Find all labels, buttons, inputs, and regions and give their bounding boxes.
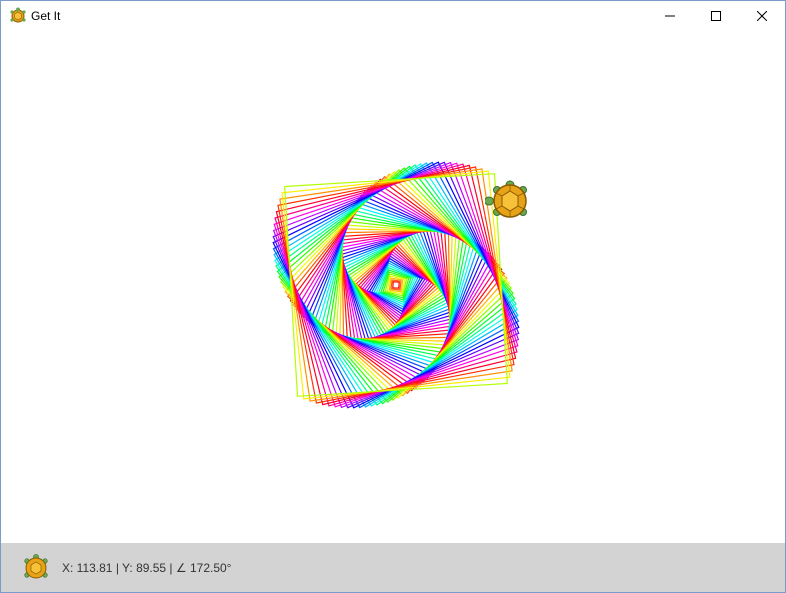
- turtle-icon: [10, 7, 26, 23]
- turtle-icon: [24, 554, 48, 579]
- turtle-icon: [485, 180, 527, 218]
- spiral-square: [275, 164, 517, 406]
- minimize-icon: [665, 15, 675, 17]
- spiral-square: [298, 187, 494, 383]
- drawing-canvas[interactable]: [1, 31, 785, 543]
- status-bar: X: 113.81 | Y: 89.55 | ∠ 172.50°: [1, 543, 785, 592]
- title-bar[interactable]: Get It: [1, 1, 785, 31]
- status-coordinates: X: 113.81 | Y: 89.55 | ∠ 172.50°: [62, 561, 232, 575]
- maximize-icon: [711, 11, 721, 21]
- minimize-button[interactable]: [647, 1, 693, 31]
- close-icon: [757, 11, 767, 21]
- maximize-button[interactable]: [693, 1, 739, 31]
- spiral-square: [357, 246, 435, 324]
- spiral-square: [301, 190, 491, 380]
- spiral-square: [276, 165, 516, 405]
- spiral-square: [353, 242, 439, 328]
- spiral-drawing: [272, 161, 520, 409]
- app-window: Get It X: 113.81 | Y: 89.55 | ∠ 172.50°: [0, 0, 786, 593]
- spiral-square: [344, 233, 448, 337]
- spiral-square: [295, 184, 497, 386]
- spiral-square: [281, 170, 511, 400]
- spiral-square: [392, 281, 400, 289]
- close-button[interactable]: [739, 1, 785, 31]
- window-title: Get It: [31, 9, 61, 23]
- spiral-square: [275, 164, 517, 406]
